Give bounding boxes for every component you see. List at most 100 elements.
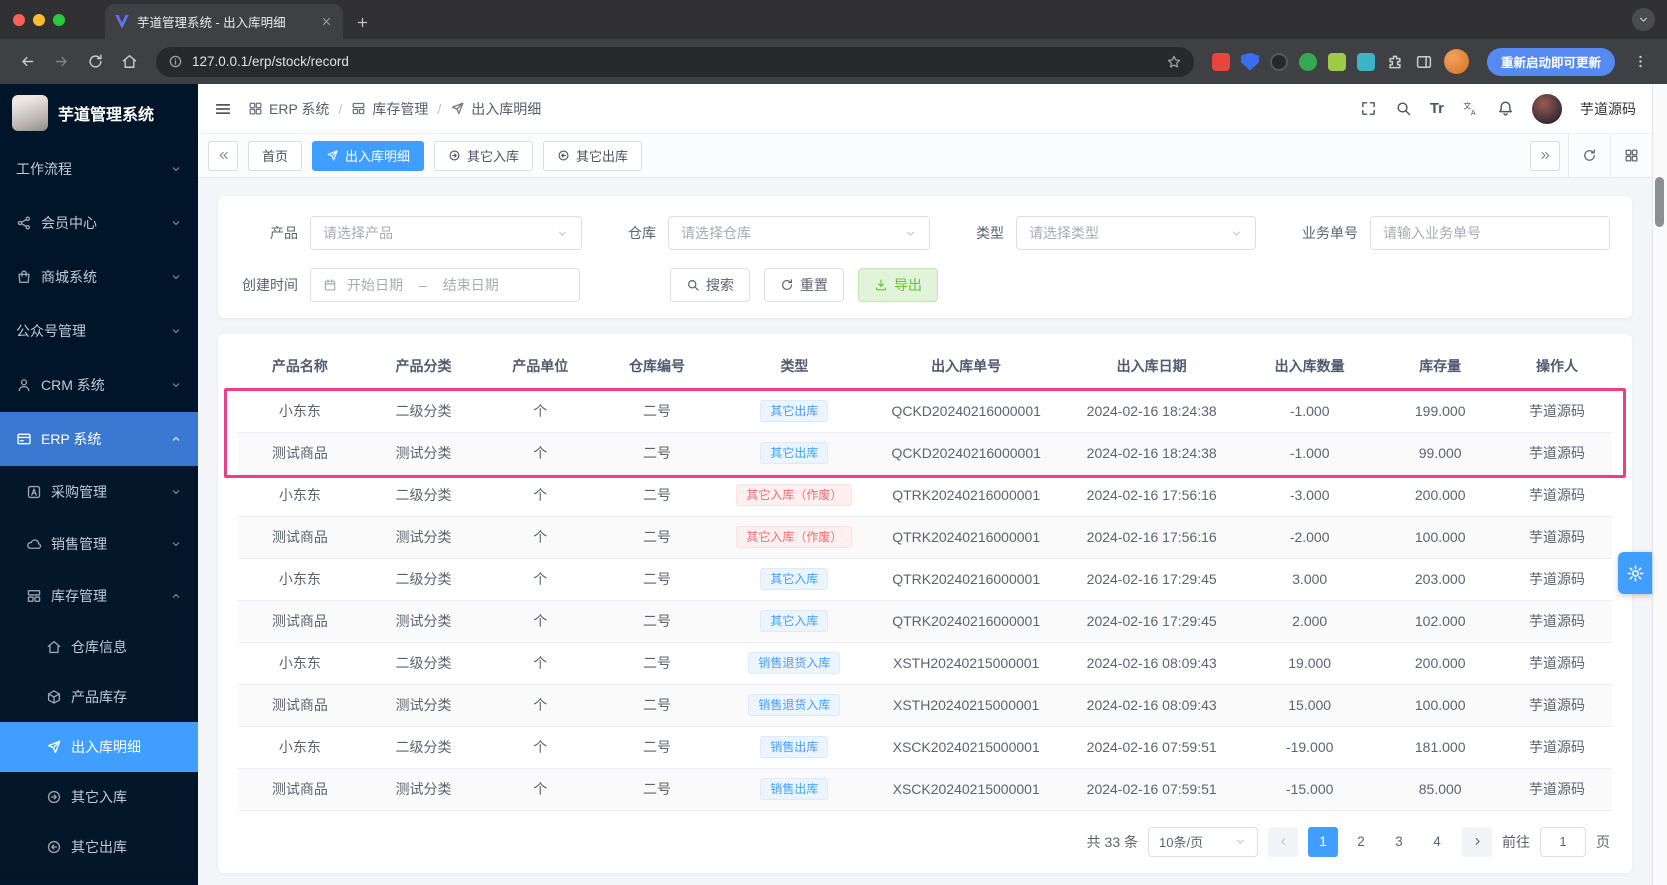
tab-0[interactable]: 首页 (248, 140, 303, 171)
tab-1[interactable]: 出入库明细 (312, 140, 425, 171)
table-header-row: 产品名称 产品分类 产品单位 仓库编号 类型 出入库单号 出入库日期 出入库数量 库存量 操作人 (238, 342, 1612, 391)
sidebar-item-7[interactable]: 销售管理 (0, 518, 198, 570)
browser-tab[interactable]: 芋道管理系统 - 出入库明细 (105, 4, 343, 39)
cell-unit: 个 (485, 474, 596, 517)
sidebar-item-0[interactable]: 工作流程 (0, 142, 198, 196)
extension-teal-icon[interactable] (1356, 52, 1375, 71)
tab-3[interactable]: 其它出库 (543, 140, 643, 171)
extensions-puzzle-icon[interactable] (1386, 53, 1404, 71)
back-button[interactable] (12, 47, 42, 77)
end-date-placeholder: 结束日期 (442, 277, 499, 293)
url-bar[interactable]: 127.0.0.1/erp/stock/record (156, 46, 1194, 77)
product-select[interactable]: 请选择产品 (310, 216, 582, 250)
scroll-tabs-left-button[interactable] (208, 140, 238, 171)
browser-profile-avatar[interactable] (1443, 49, 1469, 74)
home-button[interactable] (114, 47, 144, 77)
zoom-window-button[interactable] (53, 13, 65, 26)
close-window-button[interactable] (13, 13, 25, 26)
scroll-tabs-right-button[interactable] (1530, 140, 1560, 171)
layers-icon (26, 588, 42, 604)
page-button-1[interactable]: 1 (1308, 826, 1338, 857)
extension-lime-icon[interactable] (1327, 52, 1346, 71)
cell-product: 测试商品 (238, 600, 362, 643)
translate-icon[interactable]: 文A (1462, 100, 1479, 117)
site-info-icon[interactable] (168, 54, 183, 69)
menu-item-label: 采购管理 (51, 484, 107, 500)
tab-search-button[interactable] (1632, 8, 1655, 31)
bookmark-star-icon[interactable] (1166, 54, 1182, 70)
sidebar-item-8[interactable]: 库存管理 (0, 570, 198, 622)
scrollbar-thumb[interactable] (1655, 177, 1664, 227)
app-logo[interactable]: 芋道管理系统 (0, 84, 198, 142)
notification-bell-icon[interactable] (1497, 100, 1514, 117)
sidebar-item-6[interactable]: 采购管理 (0, 466, 198, 518)
extension-green-icon[interactable] (1298, 52, 1317, 71)
tab-2[interactable]: 其它入库 (434, 140, 534, 171)
sidebar-item-9[interactable]: 仓库信息 (0, 622, 198, 672)
extension-shield-icon[interactable] (1240, 52, 1259, 71)
page-button-2[interactable]: 2 (1346, 827, 1376, 857)
biz-no-input[interactable] (1370, 216, 1610, 250)
extension-red-icon[interactable] (1211, 52, 1230, 71)
calendar-icon (323, 278, 337, 292)
next-page-button[interactable] (1462, 826, 1492, 857)
username[interactable]: 芋道源码 (1580, 99, 1636, 119)
refresh-tab-button[interactable] (1568, 134, 1610, 177)
page-scrollbar[interactable] (1652, 84, 1667, 885)
table-row-5: 测试商品 测试分类个二号 其它入库 QTRK20240216000001 2024-02… (238, 600, 1612, 643)
goto-page-input[interactable] (1540, 826, 1586, 857)
export-button[interactable]: 导出 (858, 268, 938, 302)
cell-order_no: XSCK20240215000001 (870, 768, 1063, 811)
layers-icon (351, 101, 366, 116)
page-button-3[interactable]: 3 (1384, 827, 1414, 857)
shop-icon (16, 269, 32, 285)
breadcrumb-item-1[interactable]: 库存管理 (351, 99, 428, 119)
warehouse-select[interactable]: 请选择仓库 (668, 216, 930, 250)
prev-page-button[interactable] (1268, 826, 1298, 857)
cell-operator: 芋道源码 (1502, 642, 1612, 685)
breadcrumb-item-0[interactable]: ERP 系统 (248, 99, 329, 119)
type-tag: 其它入库（作废） (736, 484, 853, 506)
minimize-window-button[interactable] (33, 13, 45, 26)
user-avatar[interactable] (1532, 93, 1562, 124)
type-select[interactable]: 请选择类型 (1016, 216, 1256, 250)
breadcrumb-item-2[interactable]: 出入库明细 (450, 99, 541, 119)
sidebar-item-2[interactable]: 商城系统 (0, 250, 198, 304)
sidebar-item-12[interactable]: 其它入库 (0, 772, 198, 822)
reload-button[interactable] (80, 47, 110, 77)
reset-button[interactable]: 重置 (764, 268, 844, 302)
browser-menu-button[interactable] (1625, 47, 1655, 77)
type-tag: 销售出库 (760, 778, 829, 800)
side-panel-icon[interactable] (1415, 53, 1433, 71)
date-range-picker[interactable]: 开始日期 – 结束日期 (310, 268, 580, 302)
refresh-icon (1582, 148, 1597, 163)
theme-settings-button[interactable] (1618, 552, 1652, 594)
close-tab-icon[interactable] (320, 15, 333, 28)
cell-order_no: QTRK20240216000001 (870, 474, 1063, 517)
tabs-menu-button[interactable] (1610, 134, 1652, 177)
sidebar-item-1[interactable]: 会员中心 (0, 196, 198, 250)
fullscreen-icon[interactable] (1360, 100, 1377, 117)
sidebar-item-3[interactable]: 公众号管理 (0, 304, 198, 358)
collapse-sidebar-icon[interactable] (214, 100, 232, 118)
sidebar-item-13[interactable]: 其它出库 (0, 822, 198, 872)
sidebar-item-4[interactable]: CRM 系统 (0, 358, 198, 412)
font-size-icon[interactable]: Tr (1430, 100, 1444, 117)
sidebar-item-10[interactable]: 产品库存 (0, 672, 198, 722)
sidebar-item-5[interactable]: ERP 系统 (0, 412, 198, 466)
cell-category: 测试分类 (361, 432, 486, 475)
search-icon[interactable] (1395, 100, 1412, 117)
page-size-select[interactable]: 10条/页 (1148, 826, 1258, 857)
extension-dark-icon[interactable] (1269, 52, 1288, 71)
browser-update-button[interactable]: 重新启动即可更新 (1486, 47, 1615, 76)
cell-order_no: XSTH20240215000001 (870, 684, 1063, 727)
new-tab-button[interactable] (355, 15, 370, 30)
card-icon (16, 431, 32, 447)
create-time-filter: 创建时间 开始日期 – 结束日期 (236, 268, 580, 302)
cell-unit: 个 (485, 726, 596, 769)
page-button-4[interactable]: 4 (1422, 827, 1452, 857)
sidebar-item-11[interactable]: 出入库明细 (0, 722, 198, 772)
forward-button[interactable] (46, 47, 76, 77)
search-button[interactable]: 搜索 (670, 268, 750, 302)
menu-item-label: ERP 系统 (41, 431, 102, 447)
